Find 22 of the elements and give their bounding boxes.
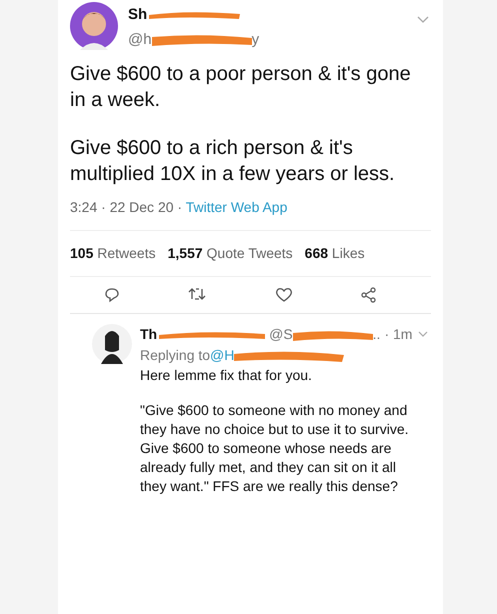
- timestamp: · 1m: [384, 325, 412, 344]
- username: y: [252, 30, 260, 50]
- username: @S: [269, 325, 293, 344]
- reply-icon[interactable]: [104, 287, 120, 303]
- reply-text: "Give $600 to someone with no money and they have no choice but to use it to survive. Give $600 to someone whose needs are already fully met, and they can sit on it all they want." FFS are we really this dense?: [140, 401, 410, 496]
- stat-link[interactable]: 105 Retweets: [70, 243, 156, 264]
- username: ..: [372, 325, 380, 344]
- retweet-icon[interactable]: [188, 287, 206, 301]
- tweet-text: Give $600 to a rich person & it's multiplied 10X in a few years or less.: [70, 136, 396, 187]
- share-icon[interactable]: [360, 287, 377, 303]
- display-name: Sh: [128, 5, 148, 25]
- avatar: [92, 324, 132, 364]
- stat-link[interactable]: 1,557 Quote Tweets: [168, 243, 293, 264]
- timestamp: 3:24 · 22 Dec 20 ·: [70, 199, 184, 215]
- stat-link[interactable]: 668 Likes: [304, 243, 365, 264]
- heart-icon[interactable]: [274, 287, 293, 303]
- avatar: [70, 2, 118, 50]
- username: @h: [128, 30, 152, 50]
- tweet-text: Give $600 to a poor person & it's gone in a week.: [70, 62, 412, 113]
- replying-to-label: Replying to: [140, 346, 210, 365]
- reply-text: Here lemme fix that for you.: [140, 366, 313, 385]
- display-name: Th: [140, 325, 158, 344]
